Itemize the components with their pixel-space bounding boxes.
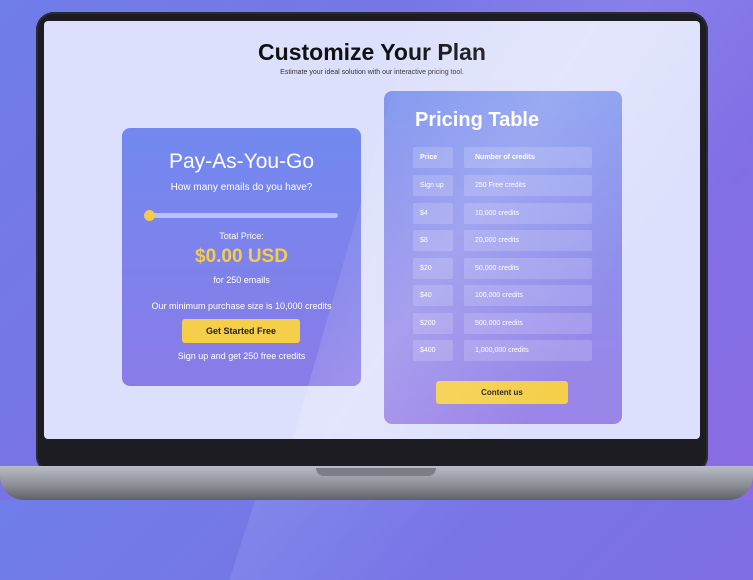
- price-cell: $4: [413, 202, 453, 224]
- price-cell: Sign up: [413, 175, 453, 196]
- contact-us-button[interactable]: Content us: [436, 381, 568, 404]
- email-count-text: for 250 emails: [213, 275, 270, 285]
- credits-cell: 250 Free credits: [464, 175, 592, 196]
- pay-as-you-go-card: Pay-As-You-Go How many emails do you hav…: [122, 128, 361, 386]
- total-price-label: Total Price:: [219, 231, 264, 241]
- page-subtitle: Estimate your ideal solution with our in…: [280, 69, 464, 76]
- price-cell: $400: [413, 340, 453, 361]
- credits-cell: 10,000 credits: [464, 202, 592, 224]
- slider-thumb[interactable]: [144, 210, 155, 221]
- price-cell: $200: [413, 312, 453, 334]
- pricing-table-title: Pricing Table: [415, 109, 540, 131]
- credits-cell: 500,000 credits: [464, 312, 592, 334]
- minimum-purchase-note: Our minimum purchase size is 10,000 cred…: [151, 301, 332, 311]
- price-column-header: Price: [413, 147, 453, 168]
- credits-column-header: Number of credits: [464, 147, 592, 168]
- pricing-table-card: Pricing Table Price Number of credits Si…: [384, 91, 622, 424]
- signup-note: Sign up and get 250 free credits: [177, 351, 306, 361]
- payg-title: Pay-As-You-Go: [168, 150, 315, 173]
- laptop-notch: [316, 468, 436, 476]
- credits-cell: 20,000 credits: [464, 230, 592, 251]
- credits-cell: 1,000,000 credits: [464, 340, 592, 361]
- screen: Customize Your Plan Estimate your ideal …: [44, 21, 700, 439]
- payg-question: How many emails do you have?: [170, 182, 313, 193]
- price-cell: $8: [413, 230, 453, 251]
- credits-cell: 50,000 credits: [464, 257, 592, 279]
- total-price-value: $0.00 USD: [195, 246, 288, 267]
- email-count-slider[interactable]: [146, 213, 338, 218]
- credits-cell: 100,000 credits: [464, 285, 592, 306]
- price-cell: $20: [413, 257, 453, 279]
- price-cell: $40: [413, 285, 453, 306]
- page-title: Customize Your Plan: [258, 39, 486, 65]
- get-started-free-button[interactable]: Get Started Free: [182, 319, 300, 343]
